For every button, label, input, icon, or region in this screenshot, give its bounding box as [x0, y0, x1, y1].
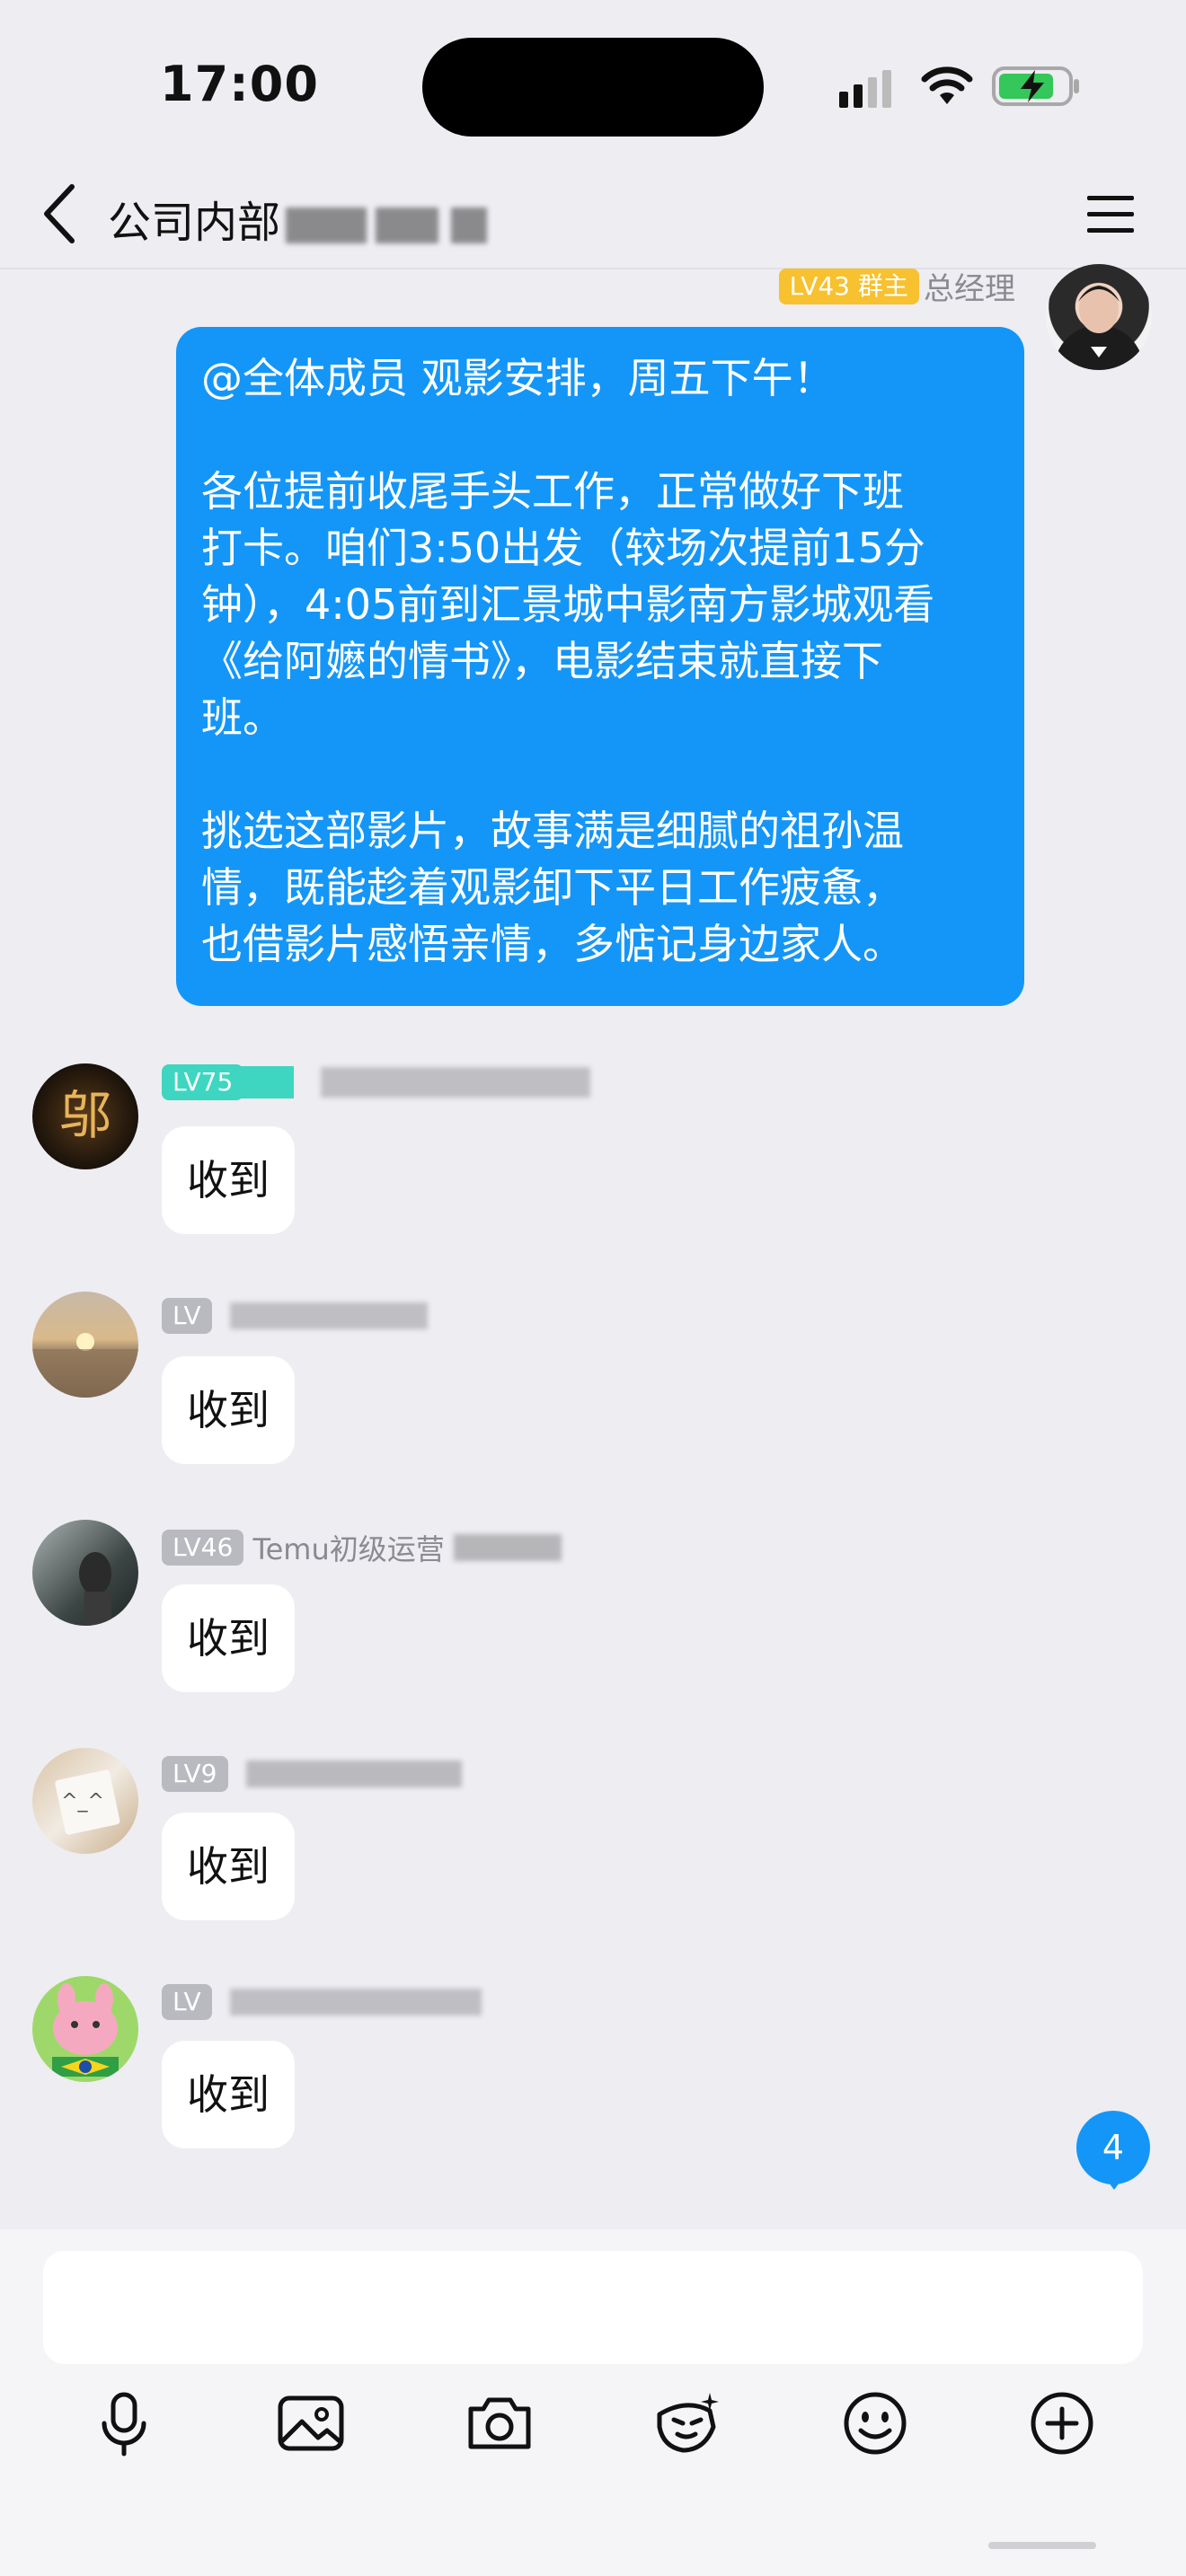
message-line: 班。 — [201, 693, 284, 742]
back-chevron-icon[interactable] — [34, 180, 88, 248]
member-avatar[interactable]: 邬 — [32, 1063, 138, 1169]
sender-name: 总经理 — [924, 271, 1015, 307]
message-line: 挑选这部影片，故事满是细腻的祖孙温 — [201, 807, 904, 855]
reply-bubble[interactable]: 收到 — [162, 1126, 295, 1234]
reply-bubble[interactable]: 收到 — [162, 1356, 295, 1464]
add-icon[interactable] — [1026, 2387, 1098, 2459]
member-avatar[interactable] — [32, 1520, 138, 1626]
redacted-block — [240, 1066, 295, 1098]
camera-icon[interactable] — [464, 2387, 535, 2459]
message-line: @全体成员 观影安排，周五下午！ — [201, 354, 835, 402]
chat-title: 公司内部 — [108, 187, 488, 250]
message-line: 情，既能趁着观影卸下平日工作疲惫， — [201, 863, 904, 912]
member-sender-line: LV9 — [162, 1755, 462, 1792]
level-badge: LV43 群主 — [778, 268, 919, 304]
emoji-icon[interactable] — [839, 2387, 911, 2459]
svg-text:邬: 邬 — [59, 1085, 111, 1146]
level-badge: LV75 — [162, 1064, 244, 1100]
member-sender-line: LV — [162, 1983, 482, 2020]
status-bar: 17:00 — [0, 0, 1186, 162]
svg-text:^_^: ^_^ — [61, 1790, 104, 1813]
wifi-icon — [921, 66, 973, 104]
member-sender-line: LV — [162, 1297, 428, 1334]
message-line: 各位提前收尾手头工作，正常做好下班 — [201, 467, 904, 516]
message-line: 《给阿嬷的情书》，电影结束就直接下 — [201, 637, 883, 685]
battery-charging-icon — [992, 66, 1079, 106]
menu-icon[interactable] — [1084, 187, 1137, 241]
redacted-name — [321, 1067, 591, 1098]
signal-icon — [839, 70, 891, 108]
redacted-block — [376, 207, 439, 243]
member-avatar[interactable]: ^_^ — [32, 1748, 138, 1854]
reply-bubble[interactable]: 收到 — [162, 1813, 295, 1920]
unread-bubble-tail — [1103, 2175, 1125, 2190]
level-badge: LV — [162, 1298, 212, 1334]
level-badge: LV46 — [162, 1530, 244, 1566]
sticker-icon[interactable] — [651, 2387, 722, 2459]
dynamic-island — [422, 38, 764, 137]
status-time: 17:00 — [160, 56, 319, 112]
input-area — [0, 2229, 1186, 2576]
redacted-name — [453, 1534, 562, 1561]
owner-message-bubble[interactable]: @全体成员 观影安排，周五下午！ 各位提前收尾手头工作，正常做好下班 打卡。咱们… — [176, 327, 1024, 1006]
sender-name: Temu初级运营 — [252, 1532, 445, 1566]
reply-bubble[interactable]: 收到 — [162, 1584, 295, 1692]
chat-title-text: 公司内部 — [108, 198, 281, 248]
level-badge: LV — [162, 1984, 212, 2020]
message-input[interactable] — [43, 2251, 1143, 2364]
microphone-icon[interactable] — [88, 2387, 160, 2459]
redacted-block — [451, 207, 488, 243]
reply-bubble[interactable]: 收到 — [162, 2041, 295, 2148]
redacted-name — [229, 1302, 428, 1329]
home-indicator — [988, 2542, 1096, 2549]
message-line: 打卡。咱们3:50出发（较场次提前15分 — [201, 524, 925, 572]
redacted-block — [286, 207, 367, 243]
level-badge: LV9 — [162, 1756, 228, 1792]
owner-sender-line: LV43 群主 总经理 — [764, 264, 1015, 308]
image-icon[interactable] — [275, 2387, 347, 2459]
chat-header: 公司内部 — [0, 162, 1186, 269]
unread-count-bubble[interactable]: 4 — [1076, 2111, 1150, 2184]
member-avatar[interactable] — [32, 1976, 138, 2082]
member-sender-line: LV75 — [162, 1063, 591, 1100]
redacted-name — [229, 1989, 482, 2016]
owner-avatar[interactable] — [1046, 264, 1152, 370]
message-line: 也借影片感悟亲情，多惦记身边家人。 — [201, 920, 904, 968]
member-sender-line: LV46 Temu初级运营 — [162, 1527, 562, 1568]
member-avatar[interactable] — [32, 1292, 138, 1398]
redacted-name — [245, 1760, 462, 1787]
message-line: 钟），4:05前到汇景城中影南方影城观看 — [201, 580, 935, 629]
